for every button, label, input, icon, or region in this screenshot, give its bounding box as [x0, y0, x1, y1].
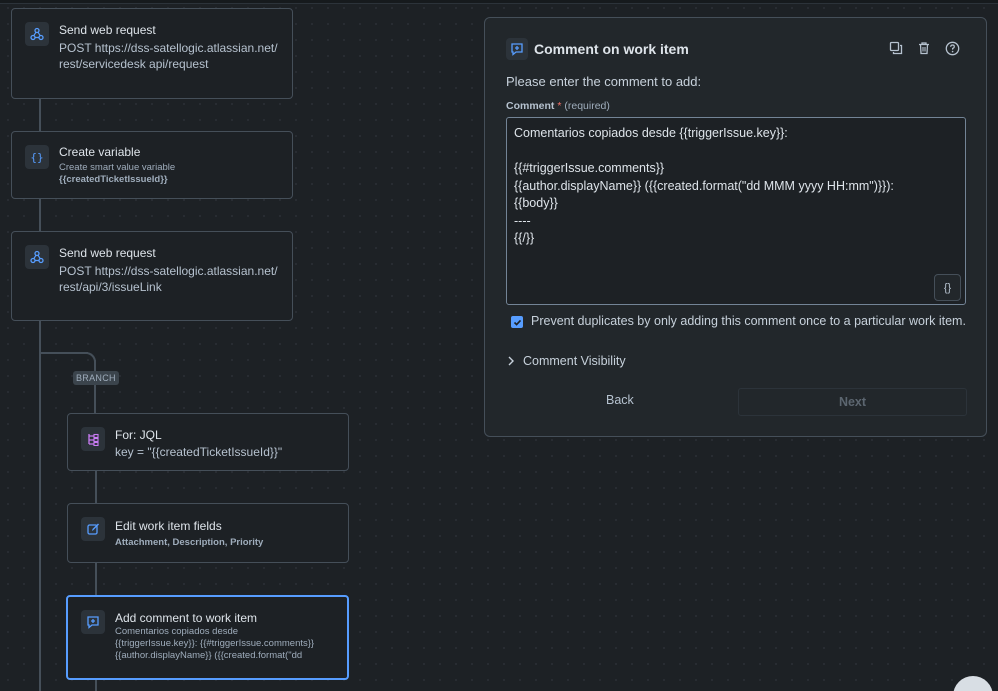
back-button[interactable]: Back — [606, 393, 634, 407]
node-create-variable[interactable]: {} Create variable Create smart value va… — [11, 131, 293, 199]
node-description: Attachment, Description, Priority — [115, 537, 264, 548]
branch-label: BRANCH — [73, 371, 119, 385]
comment-visibility-label: Comment Visibility — [523, 354, 626, 368]
branch-connector — [95, 562, 97, 596]
node-send-web-request-1[interactable]: Send web request POST https://dss-satell… — [11, 8, 293, 99]
node-title: For: JQL — [115, 428, 162, 442]
node-description: Create smart value variable — [59, 162, 176, 173]
comment-line: ---- — [514, 213, 531, 228]
node-add-comment-selected[interactable]: Add comment to work item Comentarios cop… — [66, 595, 349, 680]
panel-prompt: Please enter the comment to add: — [506, 74, 702, 89]
flow-connector — [39, 198, 41, 232]
node-description: POST https://dss-satellogic.atlassian.ne… — [59, 264, 278, 294]
smart-value-button[interactable]: {} — [934, 274, 961, 301]
comment-config-panel: Comment on work item Please enter the co… — [484, 17, 987, 437]
comment-line: Comentarios copiados desde {{triggerIssu… — [514, 126, 788, 140]
comment-line: {{body}} — [514, 196, 558, 210]
flow-connector — [39, 98, 41, 132]
webhook-icon — [25, 245, 49, 269]
braces-icon: {} — [25, 145, 49, 169]
floating-help-avatar[interactable] — [953, 676, 993, 691]
node-title: Edit work item fields — [115, 519, 222, 533]
node-edit-work-item-fields[interactable]: Edit work item fields Attachment, Descri… — [67, 503, 349, 563]
comment-line: {{author.displayName}} ({{created.format… — [514, 178, 894, 193]
node-description: POST https://dss-satellogic.atlassian.ne… — [59, 41, 278, 71]
chevron-right-icon — [508, 356, 514, 366]
panel-title: Comment on work item — [534, 41, 689, 57]
comment-line: {{/}} — [514, 231, 535, 245]
node-title: Add comment to work item — [115, 611, 258, 625]
node-description: Comentarios copiados desde {{triggerIssu… — [115, 626, 315, 661]
webhook-icon — [25, 22, 49, 46]
node-title: Send web request — [59, 23, 156, 37]
trash-icon[interactable] — [916, 40, 932, 56]
comment-icon — [81, 610, 105, 634]
branch-connector — [95, 470, 97, 504]
node-for-jql[interactable]: For: JQL key = "{{createdTicketIssueId}}… — [67, 413, 349, 471]
comment-visibility-toggle[interactable]: Comment Visibility — [507, 354, 626, 368]
comment-line — [514, 143, 958, 161]
next-button[interactable]: Next — [738, 388, 967, 416]
comment-line: {{#triggerIssue.comments}} — [514, 161, 665, 175]
prevent-duplicates-checkbox[interactable] — [511, 316, 523, 328]
branch-connector — [94, 360, 96, 413]
flow-connector — [39, 320, 41, 691]
help-icon[interactable] — [944, 40, 960, 56]
duplicate-icon[interactable] — [888, 40, 904, 56]
branch-icon — [81, 427, 105, 451]
comment-textarea[interactable]: Comentarios copiados desde {{triggerIssu… — [506, 117, 966, 305]
top-bar — [0, 0, 998, 4]
comment-icon — [506, 38, 528, 60]
node-title: Create variable — [59, 145, 141, 159]
node-description: key = "{{createdTicketIssueId}}" — [115, 445, 283, 459]
branch-connector — [40, 352, 88, 354]
node-send-web-request-2[interactable]: Send web request POST https://dss-satell… — [11, 231, 293, 321]
node-title: Send web request — [59, 246, 156, 260]
prevent-duplicates-label: Prevent duplicates by only adding this c… — [531, 314, 966, 328]
node-variable-name: {{createdTicketIssueId}} — [59, 174, 168, 185]
comment-field-label: Comment * (required) — [506, 100, 610, 112]
edit-icon — [81, 517, 105, 541]
